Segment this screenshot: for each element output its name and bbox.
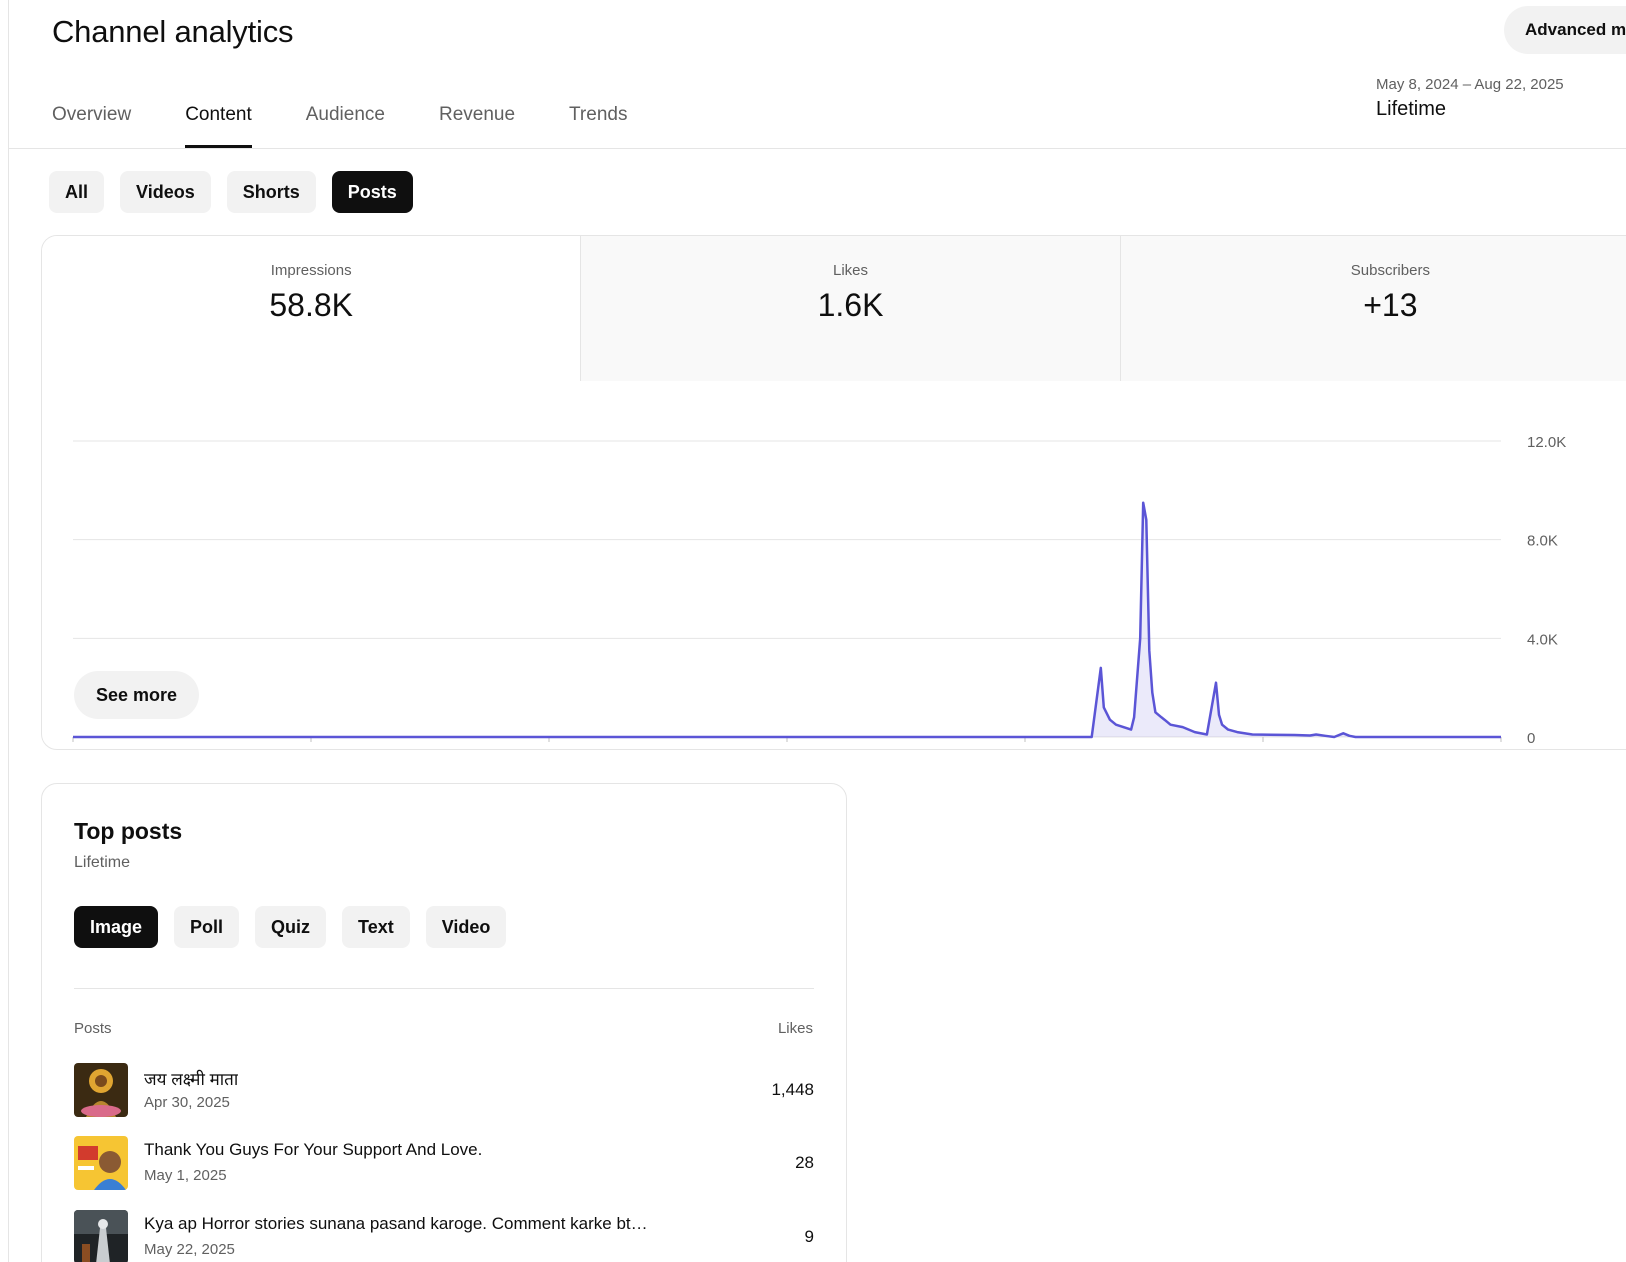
post-likes: 1,448 [771, 1080, 814, 1099]
metric-tab-impressions[interactable]: Impressions 58.8K [42, 236, 582, 381]
content-type-filters: All Videos Shorts Posts [49, 171, 429, 213]
top-posts-divider [74, 988, 814, 989]
impressions-chart: 04.0K8.0K12.0KMay 8, 2024Jul 26, 2024Oct… [42, 381, 1626, 749]
date-range-text: May 8, 2024 – Aug 22, 2025 [1376, 76, 1564, 93]
top-post-row[interactable]: Kya ap Horror stories sunana pasand karo… [74, 1210, 814, 1262]
tabs-divider [8, 148, 1626, 149]
tab-revenue[interactable]: Revenue [439, 96, 515, 148]
post-title: Thank You Guys For Your Support And Love… [144, 1140, 483, 1159]
tab-content[interactable]: Content [185, 96, 252, 148]
filter-chip-posts[interactable]: Posts [331, 171, 413, 213]
post-filter-image[interactable]: Image [74, 906, 159, 948]
metric-value: 58.8K [269, 287, 353, 323]
post-filter-text[interactable]: Text [342, 906, 410, 948]
post-likes: 28 [795, 1153, 814, 1172]
metric-tab-likes[interactable]: Likes 1.6K [581, 236, 1121, 381]
metric-tabs: Impressions 58.8K Likes 1.6K Subscribers… [42, 236, 1626, 381]
left-border [8, 0, 9, 1262]
post-title: Kya ap Horror stories sunana pasand karo… [144, 1214, 648, 1233]
metric-label: Subscribers [1350, 262, 1430, 279]
filter-chip-all[interactable]: All [49, 171, 105, 213]
post-thumbnail [74, 1210, 128, 1262]
tab-overview[interactable]: Overview [52, 96, 131, 148]
top-post-row[interactable]: जय लक्ष्मी माता Apr 30, 2025 1,448 [74, 1063, 814, 1119]
post-likes: 9 [804, 1227, 814, 1246]
metrics-chart-card: Impressions 58.8K Likes 1.6K Subscribers… [41, 235, 1626, 750]
metric-label: Impressions [270, 262, 352, 279]
y-tick-label: 12.0K [1527, 434, 1566, 451]
chart-svg: 04.0K8.0K12.0KMay 8, 2024Jul 26, 2024Oct… [72, 434, 1566, 747]
analytics-tabs: Overview Content Audience Revenue Trends [52, 96, 681, 148]
top-post-row[interactable]: Thank You Guys For Your Support And Love… [74, 1136, 814, 1192]
post-filter-video[interactable]: Video [425, 906, 507, 948]
top-posts-subtitle: Lifetime [74, 854, 131, 871]
series-area [73, 502, 1501, 737]
filter-chip-shorts[interactable]: Shorts [226, 171, 316, 213]
tab-trends[interactable]: Trends [569, 96, 627, 148]
post-filter-poll[interactable]: Poll [174, 906, 240, 948]
y-tick-label: 4.0K [1527, 631, 1558, 648]
y-tick-label: 8.0K [1527, 533, 1558, 550]
metric-tab-subscribers[interactable]: Subscribers +13 [1120, 236, 1626, 381]
metric-label: Likes [833, 262, 869, 279]
tab-audience[interactable]: Audience [306, 96, 385, 148]
post-date: May 1, 2025 [144, 1167, 227, 1184]
date-range-picker[interactable]: May 8, 2024 – Aug 22, 2025 Lifetime [1376, 76, 1564, 121]
top-posts-title: Top posts [74, 818, 183, 844]
post-date: May 22, 2025 [144, 1241, 235, 1258]
post-thumbnail [74, 1136, 128, 1190]
post-date: Apr 30, 2025 [144, 1094, 230, 1111]
filter-chip-videos[interactable]: Videos [120, 171, 211, 213]
post-title: जय लक्ष्मी माता [144, 1070, 239, 1089]
y-tick-label: 0 [1527, 730, 1535, 747]
column-header-likes: Likes [777, 1020, 813, 1037]
column-header-posts: Posts [74, 1020, 112, 1037]
advanced-mode-button[interactable]: Advanced mode [1504, 6, 1626, 54]
post-filter-quiz[interactable]: Quiz [255, 906, 327, 948]
series-line [73, 501, 1501, 739]
top-posts-card: Top posts Lifetime Image Poll Quiz Text … [41, 783, 847, 1262]
post-thumbnail [74, 1063, 128, 1117]
date-period-text: Lifetime [1376, 98, 1447, 120]
post-type-filters: Image Poll Quiz Text Video [74, 906, 522, 948]
page-title: Channel analytics [52, 14, 294, 49]
metric-value: +13 [1363, 287, 1418, 323]
see-more-button[interactable]: See more [74, 671, 200, 719]
metric-value: 1.6K [817, 287, 884, 323]
